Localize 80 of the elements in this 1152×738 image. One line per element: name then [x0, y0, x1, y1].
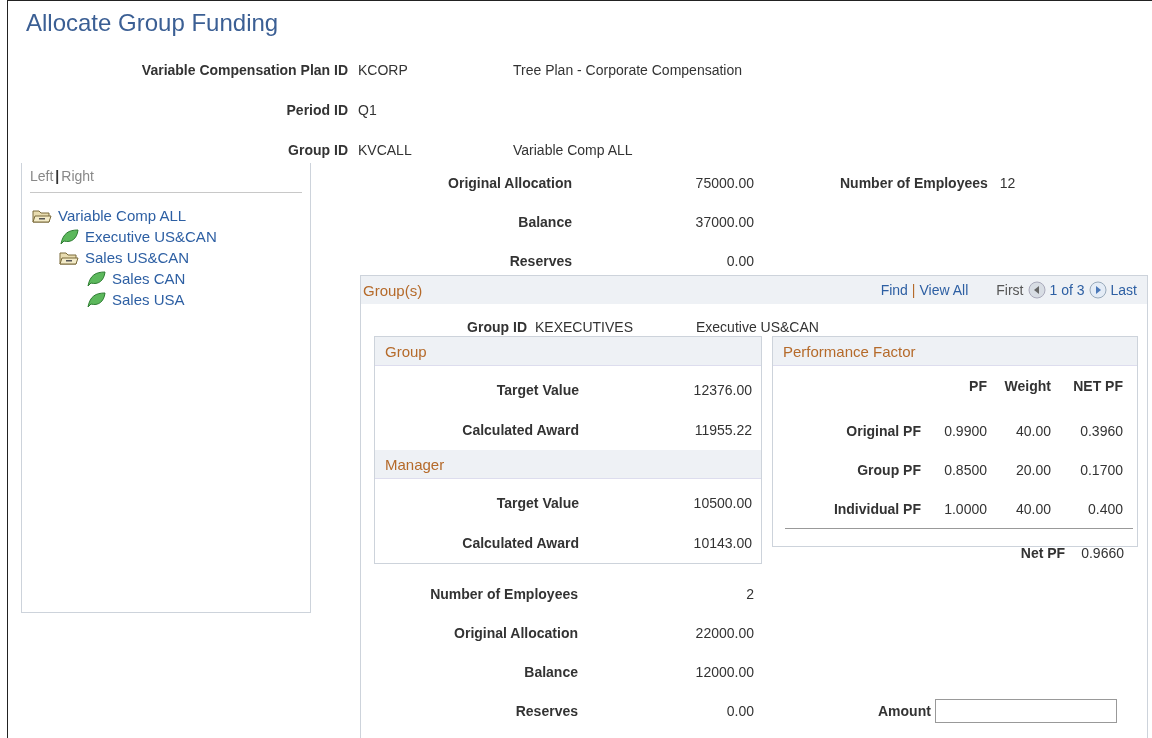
table-cell-text: 0.8500 — [943, 460, 987, 480]
tree-item[interactable]: Sales CAN — [112, 270, 186, 287]
field-value: 22000.00 — [694, 624, 754, 641]
field-label: Original Allocation — [453, 624, 578, 641]
folder-icon — [59, 249, 79, 266]
find-link[interactable]: Find — [880, 282, 908, 298]
amount-field[interactable] — [934, 698, 1117, 723]
page-position: 1 of 3 — [1049, 282, 1085, 298]
column-header: PF — [968, 377, 987, 396]
view-all-link[interactable]: View All — [919, 282, 969, 298]
field-label: Number of Employees — [429, 585, 578, 602]
table-cell-text: 40.00 — [1014, 499, 1051, 519]
field-value: 10143.00 — [692, 535, 752, 551]
table-cell-text: 1.0000 — [943, 499, 987, 519]
first-label: First — [996, 282, 1024, 298]
section-title: Group — [385, 342, 427, 360]
field-value: 12000.00 — [694, 663, 754, 680]
field-label: Original Allocation — [447, 174, 572, 191]
field-value: 75000.00 — [694, 174, 754, 191]
field-value: 0.00 — [725, 252, 754, 269]
field-label: Variable Compensation Plan ID — [140, 62, 348, 78]
field-value: 37000.00 — [694, 213, 754, 230]
last-link[interactable]: Last — [1110, 282, 1137, 298]
field-value: 10500.00 — [692, 495, 752, 511]
leaf-icon — [86, 270, 106, 287]
field-label: Balance — [523, 663, 578, 680]
field-label: Target Value — [495, 382, 579, 398]
field-description: Tree Plan - Corporate Compensation — [513, 62, 743, 78]
field-description: Variable Comp ALL — [513, 142, 633, 158]
field-value: KEXECUTIVES — [534, 319, 635, 335]
tree-item[interactable]: Sales US&CAN — [85, 249, 190, 266]
section-title: Performance Factor — [783, 342, 916, 360]
column-header: Weight — [1003, 377, 1051, 396]
row-label: Net PF — [1020, 545, 1066, 561]
field-label: Number of Employees — [840, 174, 988, 191]
field-value: 12 — [999, 174, 1016, 191]
field-value: KVCALL — [357, 142, 413, 158]
field-label: Period ID — [285, 102, 348, 118]
table-cell-text: 0.1700 — [1079, 460, 1123, 480]
field-label: Amount — [878, 702, 931, 719]
separator: | — [55, 168, 60, 184]
field-label: Balance — [517, 213, 572, 230]
field-label: Reserves — [508, 252, 572, 269]
row-label: Group PF — [856, 460, 921, 480]
field-label: Calculated Award — [461, 422, 579, 438]
field-label: Group ID — [287, 142, 348, 158]
column-header: NET PF — [1072, 377, 1123, 396]
field-value: 2 — [745, 585, 754, 602]
right-link[interactable]: Right — [61, 168, 94, 184]
leaf-icon — [59, 228, 79, 245]
table-cell-text: 0.3960 — [1079, 421, 1123, 441]
folder-icon — [32, 207, 52, 224]
field-label: Calculated Award — [461, 535, 579, 551]
field-value: 12376.00 — [692, 382, 752, 398]
row-label: Original PF — [845, 421, 921, 441]
field-value: KCORP — [357, 62, 409, 78]
separator: | — [911, 282, 916, 298]
field-label: Group ID — [466, 319, 527, 335]
table-cell: 0.9660 — [1081, 545, 1124, 561]
field-description: Executive US&CAN — [696, 319, 819, 335]
panel-title: Group(s) — [363, 281, 423, 299]
field-value: 0.00 — [725, 702, 754, 719]
next-icon[interactable] — [1088, 281, 1107, 299]
table-cell-text: 40.00 — [1014, 421, 1051, 441]
page-title: Allocate Group Funding — [25, 8, 280, 38]
table-cell-text: 0.9900 — [943, 421, 987, 441]
table-cell-text: 0.400 — [1086, 499, 1123, 519]
tree-item[interactable]: Executive US&CAN — [85, 228, 217, 245]
tree-item[interactable]: Sales USA — [112, 291, 185, 308]
leaf-icon — [86, 291, 106, 308]
previous-icon[interactable] — [1027, 281, 1046, 299]
field-label: Reserves — [514, 702, 578, 719]
section-title: Manager — [385, 455, 445, 473]
field-value: 11955.22 — [693, 422, 752, 438]
table-cell-text: 20.00 — [1014, 460, 1051, 480]
field-label: Target Value — [495, 495, 579, 511]
row-label: Individual PF — [832, 499, 921, 519]
field-value: Q1 — [357, 102, 378, 118]
tree-item[interactable]: Variable Comp ALL — [58, 207, 187, 224]
left-link[interactable]: Left — [30, 168, 54, 184]
